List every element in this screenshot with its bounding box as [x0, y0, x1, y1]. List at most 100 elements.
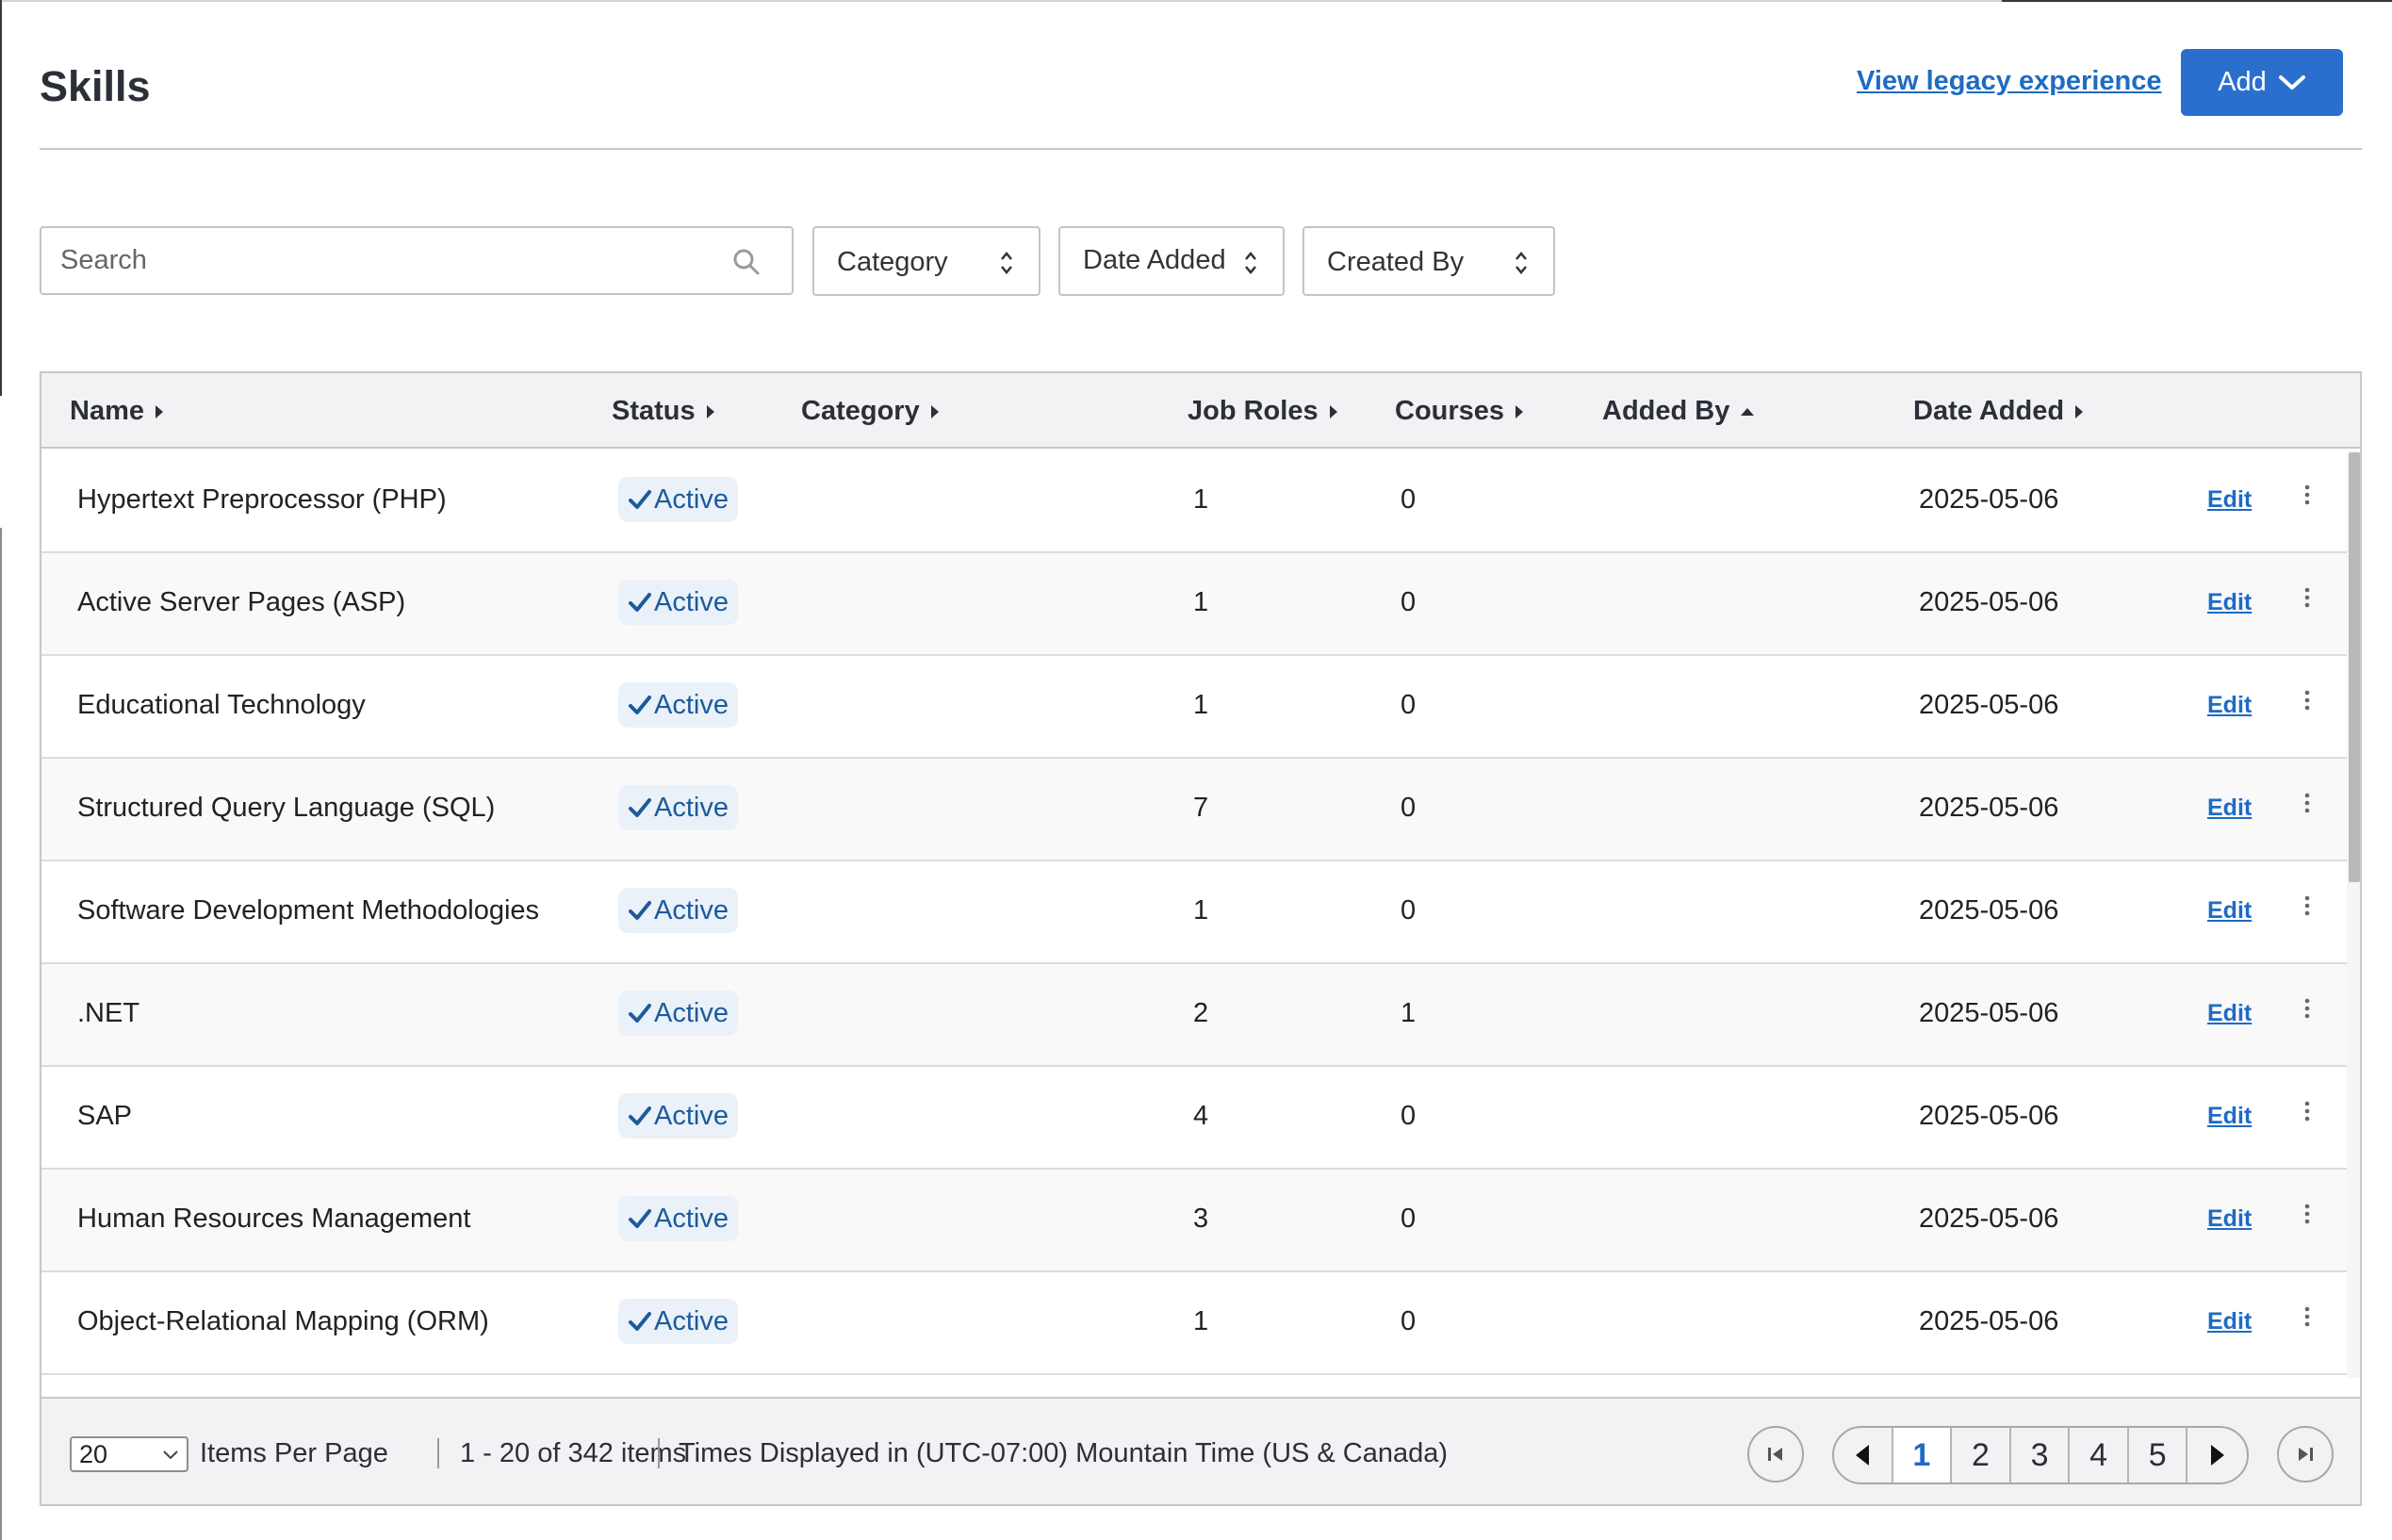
sort-caret-right-icon: [156, 404, 163, 418]
chevron-down-icon: [2278, 74, 2305, 90]
search-icon[interactable]: [731, 247, 762, 277]
more-vertical-icon[interactable]: [2298, 1304, 2317, 1333]
status-text: Active: [654, 997, 729, 1028]
edit-link[interactable]: Edit: [2207, 897, 2252, 925]
top-border-accent: [2002, 0, 2392, 2]
edit-link[interactable]: Edit: [2207, 589, 2252, 616]
last-page-icon: [2299, 1448, 2313, 1461]
column-header-courses[interactable]: Courses: [1395, 396, 1525, 427]
table-row[interactable]: Educational Technology Active 1 0 2025-05-06…: [41, 656, 2347, 759]
more-vertical-icon[interactable]: [2298, 483, 2317, 511]
more-vertical-icon[interactable]: [2298, 688, 2317, 716]
check-icon: [629, 593, 651, 612]
left-edge: [0, 0, 2, 396]
page-1-button[interactable]: 1: [1892, 1428, 1953, 1483]
table-row[interactable]: .NET Active 2 1 2025-05-06 Edit: [41, 964, 2347, 1067]
category-filter[interactable]: Category: [812, 226, 1040, 296]
date-added-filter[interactable]: Date Added: [1058, 226, 1285, 296]
edit-link[interactable]: Edit: [2207, 1308, 2252, 1335]
date-added-cell: 2025-05-06: [1919, 895, 2059, 926]
column-header-added-by[interactable]: Added By: [1602, 396, 1756, 427]
scrollbar-thumb[interactable]: [2349, 452, 2360, 882]
items-per-page-select[interactable]: 20: [70, 1436, 188, 1472]
footer-divider: [437, 1438, 439, 1468]
job-roles-count: 1: [1193, 1306, 1209, 1336]
sort-caret-up-icon: [1741, 407, 1755, 416]
courses-count: 0: [1401, 793, 1417, 823]
more-vertical-icon[interactable]: [2298, 996, 2317, 1024]
add-button[interactable]: Add: [2181, 49, 2343, 116]
created-by-filter-label: Created By: [1327, 247, 1465, 277]
date-added-cell: 2025-05-06: [1919, 1101, 2059, 1131]
next-page-button[interactable]: [2187, 1428, 2247, 1483]
check-icon: [629, 1209, 651, 1228]
table-row[interactable]: Human Resources Management Active 3 0 2025-0…: [41, 1170, 2347, 1272]
table-footer: 20 Items Per Page 1 - 20 of 342 items Ti…: [41, 1397, 2360, 1504]
more-vertical-icon[interactable]: [2298, 585, 2317, 614]
table-row[interactable]: Active Server Pages (ASP) Active 1 0 2025-05…: [41, 553, 2347, 656]
column-header-status[interactable]: Status: [612, 396, 716, 427]
courses-count: 0: [1401, 484, 1417, 515]
column-label: Status: [612, 396, 696, 426]
more-vertical-icon[interactable]: [2298, 1099, 2317, 1127]
check-icon: [629, 696, 651, 714]
created-by-filter[interactable]: Created By: [1302, 226, 1555, 296]
sort-caret-right-icon: [930, 404, 939, 418]
date-added-cell: 2025-05-06: [1919, 1306, 2059, 1336]
column-header-name[interactable]: Name: [70, 396, 165, 427]
search-field[interactable]: [40, 226, 794, 295]
column-header-date-added[interactable]: Date Added: [1913, 396, 2085, 427]
table-row[interactable]: Structured Query Language (SQL) Active 7 0 2…: [41, 759, 2347, 861]
table-row[interactable]: Hypertext Preprocessor (PHP) Active 1 0 2025…: [41, 451, 2347, 553]
sort-caret-right-icon: [706, 404, 714, 418]
first-page-button[interactable]: [1747, 1426, 1804, 1483]
date-added-cell: 2025-05-06: [1919, 793, 2059, 823]
skill-name: Human Resources Management: [77, 1204, 471, 1234]
category-filter-label: Category: [837, 247, 948, 277]
status-badge: Active: [618, 1093, 738, 1139]
more-vertical-icon[interactable]: [2298, 791, 2317, 819]
status-badge: Active: [618, 477, 738, 522]
column-label: Courses: [1395, 396, 1505, 426]
sort-arrows-icon: [1245, 252, 1256, 274]
table-row[interactable]: Software Development Methodologies Active…: [41, 861, 2347, 964]
edit-link[interactable]: Edit: [2207, 795, 2252, 822]
prev-page-button[interactable]: [1834, 1428, 1893, 1483]
pagination: 1 2 3 4 5: [1832, 1426, 2249, 1484]
column-header-category[interactable]: Category: [801, 396, 941, 427]
edit-link[interactable]: Edit: [2207, 692, 2252, 719]
page-3-button[interactable]: 3: [2011, 1428, 2071, 1483]
skill-name: Active Server Pages (ASP): [77, 587, 406, 617]
date-added-cell: 2025-05-06: [1919, 587, 2059, 617]
item-range-text: 1 - 20 of 342 items: [460, 1438, 687, 1468]
status-text: Active: [654, 1100, 729, 1131]
skill-name: Object-Relational Mapping (ORM): [77, 1306, 489, 1336]
courses-count: 0: [1401, 1306, 1417, 1336]
page-4-button[interactable]: 4: [2070, 1428, 2129, 1483]
edit-link[interactable]: Edit: [2207, 1205, 2252, 1233]
table-row[interactable]: Object-Relational Mapping (ORM) Active 1 0 2…: [41, 1272, 2347, 1375]
courses-count: 0: [1401, 690, 1417, 720]
job-roles-count: 1: [1193, 587, 1209, 617]
status-badge: Active: [618, 682, 738, 728]
view-legacy-link[interactable]: View legacy experience: [1857, 66, 2162, 97]
page-2-button[interactable]: 2: [1952, 1428, 2011, 1483]
date-added-cell: 2025-05-06: [1919, 998, 2059, 1028]
column-label: Name: [70, 396, 144, 426]
check-icon: [629, 490, 651, 509]
edit-link[interactable]: Edit: [2207, 486, 2252, 514]
edit-link[interactable]: Edit: [2207, 1000, 2252, 1027]
more-vertical-icon[interactable]: [2298, 1202, 2317, 1230]
search-input[interactable]: [41, 228, 701, 293]
last-page-button[interactable]: [2277, 1426, 2334, 1483]
table-header: Name Status Category Job Roles Courses A…: [41, 373, 2360, 449]
column-header-job-roles[interactable]: Job Roles: [1188, 396, 1339, 427]
job-roles-count: 1: [1193, 484, 1209, 515]
page-5-button[interactable]: 5: [2129, 1428, 2188, 1483]
courses-count: 0: [1401, 1204, 1417, 1234]
table-row[interactable]: SAP Active 4 0 2025-05-06 Edit: [41, 1067, 2347, 1170]
check-icon: [629, 798, 651, 817]
more-vertical-icon[interactable]: [2298, 893, 2317, 922]
date-added-cell: 2025-05-06: [1919, 484, 2059, 515]
edit-link[interactable]: Edit: [2207, 1103, 2252, 1130]
